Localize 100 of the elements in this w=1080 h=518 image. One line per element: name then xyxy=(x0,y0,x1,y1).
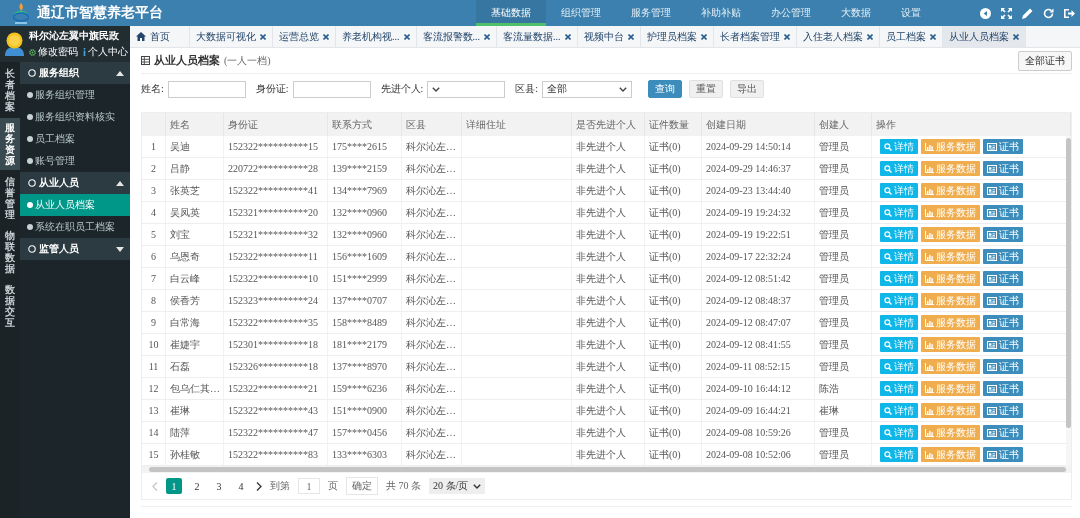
service-data-button[interactable]: 服务数据 xyxy=(921,271,980,286)
close-icon[interactable] xyxy=(783,33,790,40)
certificate-button[interactable]: 证书 xyxy=(983,447,1023,462)
nav-tab[interactable]: 设置 xyxy=(886,0,936,26)
certificate-button[interactable]: 证书 xyxy=(983,205,1023,220)
profile-link[interactable]: 个人中心 xyxy=(88,45,128,59)
certificate-button[interactable]: 证书 xyxy=(983,183,1023,198)
rail-tab[interactable]: 物联数据 xyxy=(0,226,20,278)
certificate-button[interactable]: 证书 xyxy=(983,359,1023,374)
change-password-link[interactable]: 修改密码 xyxy=(38,45,78,59)
menu-item[interactable]: 服务组织管理 xyxy=(20,84,130,106)
details-button[interactable]: 详情 xyxy=(880,359,918,374)
page-button[interactable]: 4 xyxy=(234,478,248,494)
arrow-circle-icon[interactable] xyxy=(980,7,991,19)
details-button[interactable]: 详情 xyxy=(880,205,918,220)
rail-tab[interactable]: 数据交互 xyxy=(0,280,20,332)
nav-tab[interactable]: 补助补贴 xyxy=(686,0,756,26)
certificate-button[interactable]: 证书 xyxy=(983,227,1023,242)
service-data-button[interactable]: 服务数据 xyxy=(921,293,980,308)
menu-item[interactable]: 服务组织资料核实 xyxy=(20,106,130,128)
export-button[interactable]: 导出 xyxy=(730,80,765,98)
rail-tab[interactable]: 长者档案 xyxy=(0,64,20,116)
close-icon[interactable] xyxy=(323,33,329,40)
details-button[interactable]: 详情 xyxy=(880,183,918,198)
details-button[interactable]: 详情 xyxy=(880,271,918,286)
horizontal-scrollbar[interactable] xyxy=(149,467,1066,472)
certificate-button[interactable]: 证书 xyxy=(983,249,1023,264)
page-tab[interactable]: 入住老人档案 xyxy=(796,26,880,47)
confirm-button[interactable]: 确定 xyxy=(346,477,378,495)
page-tab[interactable]: 护理员档案 xyxy=(640,26,714,47)
page-tab[interactable]: 大数据可视化 xyxy=(190,26,273,47)
details-button[interactable]: 详情 xyxy=(880,315,918,330)
certificate-button[interactable]: 证书 xyxy=(983,161,1023,176)
service-data-button[interactable]: 服务数据 xyxy=(921,447,980,462)
menu-item[interactable]: 员工档案 xyxy=(20,128,130,150)
text-field[interactable] xyxy=(292,80,371,98)
page-tab[interactable]: 员工档案 xyxy=(879,26,943,47)
search-button[interactable]: 查询 xyxy=(648,80,683,98)
page-tab[interactable]: 长者档案管理 xyxy=(713,26,797,47)
page-tab[interactable]: 客流量数据... xyxy=(497,26,578,47)
reset-button[interactable]: 重置 xyxy=(689,80,724,98)
service-data-button[interactable]: 服务数据 xyxy=(921,315,980,330)
details-button[interactable]: 详情 xyxy=(880,227,918,242)
menu-group[interactable]: 从业人员 xyxy=(20,172,130,194)
nav-tab[interactable]: 服务管理 xyxy=(616,0,686,26)
close-icon[interactable] xyxy=(1012,33,1019,40)
close-icon[interactable] xyxy=(564,33,571,40)
close-icon[interactable] xyxy=(866,33,873,40)
refresh-icon[interactable] xyxy=(1043,7,1054,19)
details-button[interactable]: 详情 xyxy=(880,403,918,418)
service-data-button[interactable]: 服务数据 xyxy=(921,359,980,374)
nav-tab[interactable]: 基础数据 xyxy=(476,0,546,26)
rail-tab[interactable]: 服务资源 xyxy=(0,118,20,170)
certificate-button[interactable]: 证书 xyxy=(983,425,1023,440)
page-tab[interactable]: 首页 xyxy=(130,26,190,47)
certificate-button[interactable]: 证书 xyxy=(983,139,1023,154)
close-icon[interactable] xyxy=(627,33,634,40)
page-tab[interactable]: 视频中台 xyxy=(577,26,641,47)
details-button[interactable]: 详情 xyxy=(880,249,918,264)
details-button[interactable]: 详情 xyxy=(880,293,918,308)
nav-tab[interactable]: 大数据 xyxy=(826,0,886,26)
page-tab[interactable]: 客流报警数... xyxy=(416,26,497,47)
service-data-button[interactable]: 服务数据 xyxy=(921,183,980,198)
details-button[interactable]: 详情 xyxy=(880,337,918,352)
service-data-button[interactable]: 服务数据 xyxy=(921,205,980,220)
service-data-button[interactable]: 服务数据 xyxy=(921,403,980,418)
details-button[interactable]: 详情 xyxy=(880,425,918,440)
service-data-button[interactable]: 服务数据 xyxy=(921,381,980,396)
close-icon[interactable] xyxy=(403,33,410,40)
next-page-button[interactable] xyxy=(256,481,262,491)
page-button[interactable]: 3 xyxy=(212,478,226,494)
close-icon[interactable] xyxy=(260,33,266,40)
details-button[interactable]: 详情 xyxy=(880,139,918,154)
service-data-button[interactable]: 服务数据 xyxy=(921,249,980,264)
menu-item[interactable]: 从业人员档案 xyxy=(20,194,130,216)
menu-item[interactable]: 账号管理 xyxy=(20,150,130,172)
details-button[interactable]: 详情 xyxy=(880,447,918,462)
text-field[interactable] xyxy=(167,80,246,98)
certificate-button[interactable]: 证书 xyxy=(983,381,1023,396)
page-tab[interactable]: 从业人员档案 xyxy=(942,26,1026,47)
dropdown[interactable]: 全部 xyxy=(542,80,633,98)
close-icon[interactable] xyxy=(484,33,490,40)
details-button[interactable]: 详情 xyxy=(880,161,918,176)
page-number-field[interactable]: 1 xyxy=(298,478,320,494)
certificate-button[interactable]: 证书 xyxy=(983,337,1023,352)
nav-tab[interactable]: 办公管理 xyxy=(756,0,826,26)
rail-tab[interactable]: 信誉管理 xyxy=(0,172,20,224)
service-data-button[interactable]: 服务数据 xyxy=(921,161,980,176)
page-size-dropdown[interactable]: 20 条/页 xyxy=(429,478,486,494)
all-certificates-button[interactable]: 全部证书 xyxy=(1018,50,1072,71)
certificate-button[interactable]: 证书 xyxy=(983,403,1023,418)
certificate-button[interactable]: 证书 xyxy=(983,293,1023,308)
vertical-scrollbar[interactable] xyxy=(1066,138,1071,428)
details-button[interactable]: 详情 xyxy=(880,381,918,396)
page-button[interactable]: 1 xyxy=(166,478,182,494)
pencil-icon[interactable] xyxy=(1022,7,1033,19)
service-data-button[interactable]: 服务数据 xyxy=(921,425,980,440)
page-tab[interactable]: 运营总览 xyxy=(273,26,336,47)
fullscreen-icon[interactable] xyxy=(1001,7,1012,19)
page-button[interactable]: 2 xyxy=(190,478,204,494)
